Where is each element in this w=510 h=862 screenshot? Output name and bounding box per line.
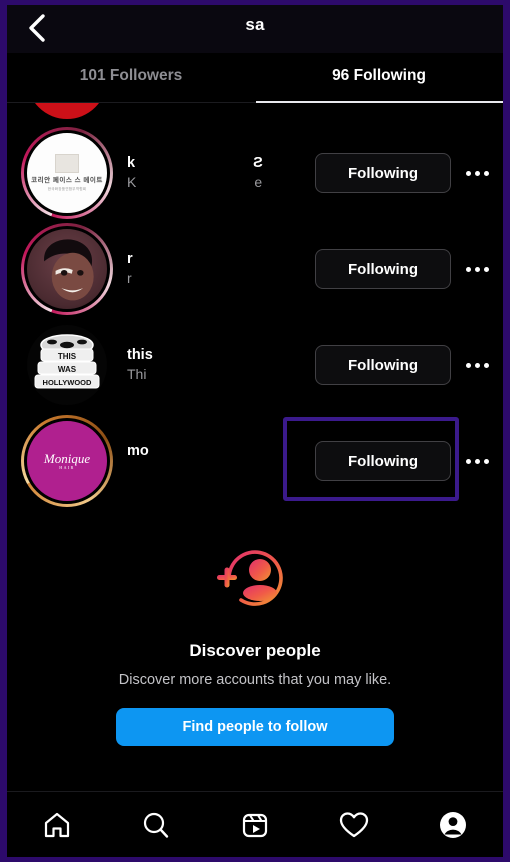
following-button[interactable]: Following: [315, 441, 451, 481]
app-frame: sa 101 Followers 96 Following 코리안 페이스 스 …: [7, 5, 503, 857]
username-visible: k: [127, 155, 136, 172]
avatar-image: [24, 226, 110, 312]
avatar[interactable]: Monique HAIR: [21, 415, 113, 507]
list-item[interactable]: 코리안 페이스 스 메이트 한국화장품연합무역협회 k Ƨ K e Follow…: [7, 125, 503, 221]
discover-people-section: Discover people Discover more accounts t…: [7, 509, 503, 746]
more-options-icon[interactable]: [451, 441, 503, 481]
following-list: 코리안 페이스 스 메이트 한국화장품연합무역협회 k Ƨ K e Follow…: [7, 103, 503, 509]
tab-bar: 101 Followers 96 Following: [7, 53, 503, 103]
svg-text:HOLLYWOOD: HOLLYWOOD: [43, 378, 92, 387]
username-tail: Ƨ: [253, 155, 263, 172]
following-button[interactable]: Following: [315, 345, 451, 385]
find-people-to-follow-button[interactable]: Find people to follow: [116, 708, 394, 746]
fullname-visible: Thi: [127, 365, 147, 382]
nav-search[interactable]: [128, 802, 184, 848]
page-title: sa: [245, 15, 265, 34]
list-item[interactable]: [7, 103, 503, 125]
account-names: r r: [113, 250, 315, 288]
nav-profile[interactable]: [425, 802, 481, 848]
account-username: this: [127, 346, 315, 365]
discover-title: Discover people: [189, 641, 321, 660]
list-item[interactable]: r r Following: [7, 221, 503, 317]
reels-icon: [242, 813, 268, 837]
bottom-navigation: [7, 791, 503, 857]
account-names: this Thi: [113, 346, 315, 384]
tab-followers[interactable]: 101 Followers: [7, 53, 255, 103]
nav-reels[interactable]: [227, 802, 283, 848]
nav-activity[interactable]: [326, 802, 382, 848]
list-item[interactable]: Monique HAIR mo Following: [7, 413, 503, 509]
avatar-logo: Monique HAIR: [44, 452, 90, 470]
avatar-image: [24, 103, 110, 122]
header-bar: sa: [7, 5, 503, 53]
avatar[interactable]: [21, 223, 113, 315]
avatar[interactable]: [21, 103, 113, 125]
avatar-illustration: [44, 239, 94, 301]
avatar-image: THIS WAS HOLLYWOOD: [24, 322, 110, 408]
svg-text:WAS: WAS: [58, 365, 77, 374]
more-options-icon[interactable]: [451, 153, 503, 193]
following-button[interactable]: Following: [315, 153, 451, 193]
account-fullname: [127, 460, 315, 480]
avatar-logo-text: 코리안 페이스 스 메이트: [31, 177, 103, 185]
username-visible: mo: [127, 443, 149, 460]
heart-icon: [340, 811, 369, 837]
more-options-icon[interactable]: [451, 249, 503, 289]
nav-home[interactable]: [29, 802, 85, 848]
avatar-logo-subtext: 한국화장품연합무역협회: [47, 186, 87, 191]
account-names: mo: [113, 442, 315, 480]
account-username: mo: [127, 442, 315, 461]
account-fullname: Thi: [127, 364, 315, 384]
avatar-illustration: THIS WAS HOLLYWOOD: [34, 334, 100, 389]
account-fullname: r: [127, 268, 315, 288]
fullname-visible: K: [127, 173, 137, 190]
fullname-tail: e: [254, 173, 263, 190]
search-icon: [143, 812, 168, 838]
list-item[interactable]: THIS WAS HOLLYWOOD this Thi Following: [7, 317, 503, 413]
avatar-logo-text: Monique: [43, 451, 91, 467]
avatar[interactable]: 코리안 페이스 스 메이트 한국화장품연합무역협회: [21, 127, 113, 219]
avatar-logo-subtext: HAIR: [59, 464, 75, 470]
account-username: r: [127, 250, 315, 269]
following-button[interactable]: Following: [315, 249, 451, 289]
avatar[interactable]: THIS WAS HOLLYWOOD: [21, 319, 113, 411]
account-username: k Ƨ: [127, 154, 315, 173]
account-names: k Ƨ K e: [113, 154, 315, 192]
home-icon: [44, 812, 69, 837]
tab-following[interactable]: 96 Following: [255, 53, 503, 103]
account-fullname: K e: [127, 172, 315, 192]
svg-text:THIS: THIS: [58, 352, 77, 361]
add-person-icon: [212, 535, 298, 621]
avatar-logo: 코리안 페이스 스 메이트 한국화장품연합무역협회: [31, 154, 103, 191]
avatar-logo-mark: [55, 154, 79, 174]
discover-subtitle: Discover more accounts that you may like…: [118, 672, 392, 688]
username-visible: this: [127, 347, 153, 364]
profile-icon: [440, 811, 467, 838]
more-options-icon[interactable]: [451, 345, 503, 385]
avatar-image: Monique HAIR: [24, 418, 110, 504]
avatar-image: 코리안 페이스 스 메이트 한국화장품연합무역협회: [24, 130, 110, 216]
